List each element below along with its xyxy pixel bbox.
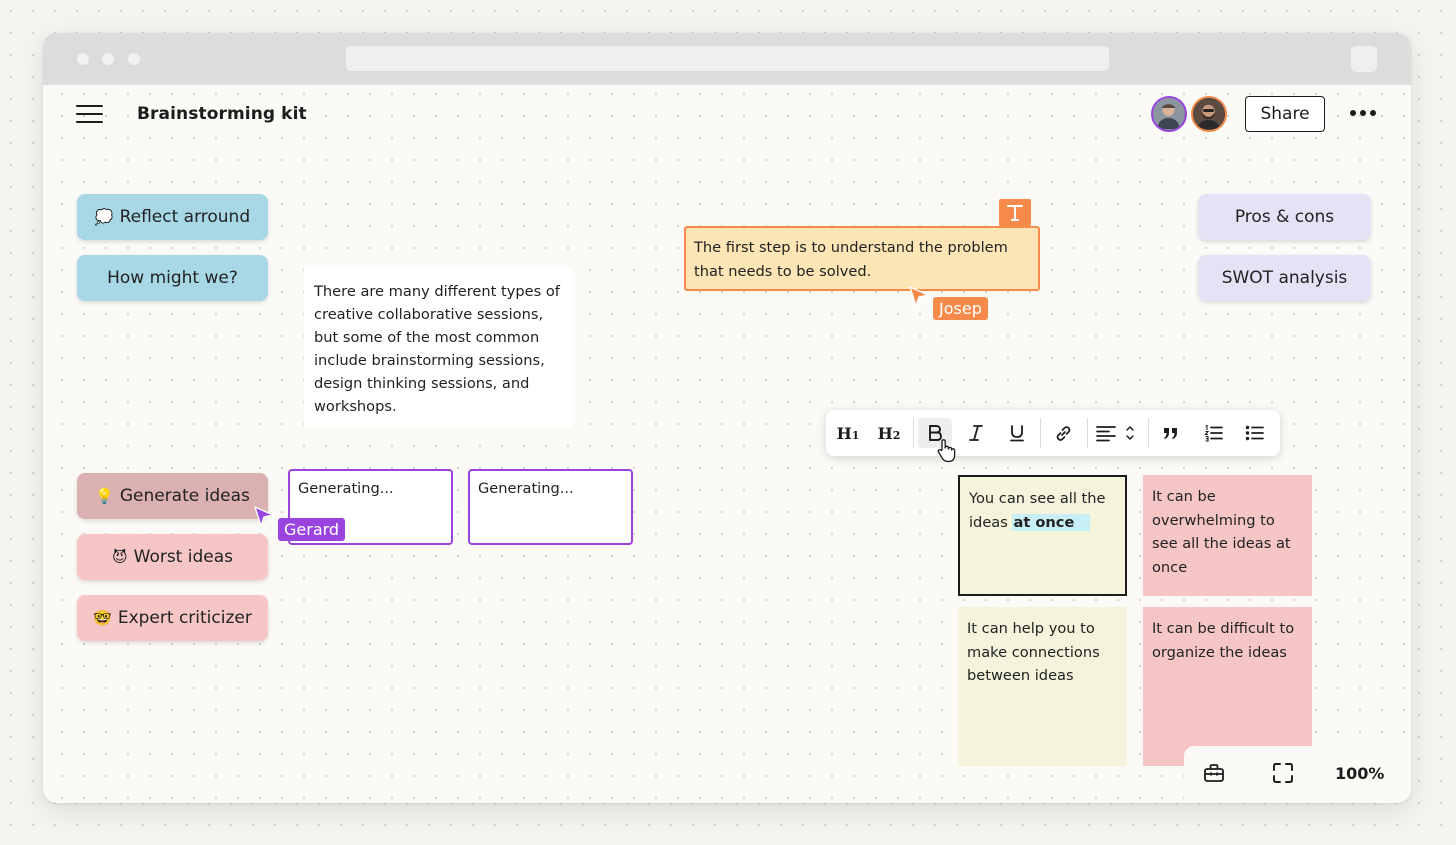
link-button[interactable] xyxy=(1046,418,1080,448)
chip-expert-criticizer[interactable]: 🤓 Expert criticizer xyxy=(77,595,268,641)
orange-note[interactable]: The first step is to understand the prob… xyxy=(684,226,1040,291)
sticky-note-con[interactable]: It can be difficult to organize the idea… xyxy=(1143,607,1312,766)
chip-label: Generate ideas xyxy=(119,486,250,506)
ordered-list-icon xyxy=(1203,424,1223,442)
cursor-pointer-gerard-icon xyxy=(254,506,274,527)
cursor-pointer-josep-icon xyxy=(909,286,929,307)
chip-pros-cons[interactable]: Pros & cons xyxy=(1198,194,1371,240)
thought-bubble-icon: 💭 xyxy=(94,208,114,226)
chip-worst-ideas[interactable]: 😈 Worst ideas xyxy=(77,534,268,580)
sticky-note-pro[interactable]: It can help you to make connections betw… xyxy=(958,607,1127,766)
fullscreen-icon[interactable] xyxy=(1272,762,1294,784)
chip-how-might-we[interactable]: How might we? xyxy=(77,255,268,301)
bullet-list-button[interactable] xyxy=(1237,418,1271,448)
generating-box[interactable]: Generating... xyxy=(468,469,633,545)
italic-icon xyxy=(969,425,983,441)
chip-label: Reflect arround xyxy=(119,207,251,227)
url-bar[interactable] xyxy=(346,46,1109,71)
italic-button[interactable] xyxy=(959,418,993,448)
ordered-list-button[interactable] xyxy=(1196,418,1230,448)
chip-generate-ideas[interactable]: 💡 Generate ideas xyxy=(77,473,268,519)
chip-swot-analysis[interactable]: SWOT analysis xyxy=(1198,255,1371,301)
toolbox-icon[interactable] xyxy=(1203,762,1225,784)
bullet-list-icon xyxy=(1245,425,1264,441)
cursor-label-gerard: Gerard xyxy=(278,518,346,541)
share-button[interactable]: Share xyxy=(1245,96,1325,132)
toolbar-divider xyxy=(1148,418,1149,448)
text-tool-icon xyxy=(999,199,1031,226)
chip-label: Pros & cons xyxy=(1234,207,1335,227)
underline-icon xyxy=(1010,425,1024,442)
more-options-icon[interactable] xyxy=(1350,109,1378,119)
underline-button[interactable] xyxy=(1000,418,1034,448)
quote-icon xyxy=(1164,428,1177,439)
hamburger-menu-icon[interactable] xyxy=(76,105,104,125)
hand-cursor-icon xyxy=(937,439,956,463)
align-dropdown[interactable] xyxy=(1092,418,1138,448)
nerd-face-icon: 🤓 xyxy=(93,609,112,627)
avatar-josep[interactable] xyxy=(1191,96,1227,132)
toolbar-divider xyxy=(1040,418,1041,448)
sticky-note-con[interactable]: It can be overwhelming to see all the id… xyxy=(1143,475,1312,596)
browser-extension-button[interactable] xyxy=(1351,46,1377,72)
lightbulb-icon: 💡 xyxy=(95,487,114,505)
window-minimize-dot[interactable] xyxy=(102,53,114,65)
devil-face-icon: 😈 xyxy=(111,548,128,566)
app-window: Brainstorming kit Share 💭 Reflect arroun… xyxy=(43,33,1411,803)
chip-label: SWOT analysis xyxy=(1221,268,1348,288)
chip-reflect-around[interactable]: 💭 Reflect arround xyxy=(77,194,268,240)
page-title: Brainstorming kit xyxy=(137,104,307,124)
window-maximize-dot[interactable] xyxy=(128,53,140,65)
quote-button[interactable] xyxy=(1154,418,1188,448)
zoom-level[interactable]: 100% xyxy=(1335,764,1384,783)
toolbar-divider xyxy=(1087,418,1088,448)
browser-titlebar xyxy=(43,33,1411,85)
avatar-gerard[interactable] xyxy=(1151,96,1187,132)
align-left-icon xyxy=(1096,426,1134,442)
window-close-dot[interactable] xyxy=(77,53,89,65)
text-card[interactable]: There are many different types of creati… xyxy=(304,268,572,427)
chip-label: Worst ideas xyxy=(133,547,234,567)
heading-2-button[interactable]: H2 xyxy=(872,418,906,448)
highlighted-bold-text: at once xyxy=(1012,513,1091,531)
link-icon xyxy=(1056,425,1070,441)
cursor-label-josep: Josep xyxy=(933,297,988,320)
toolbar-divider xyxy=(913,418,914,448)
chip-label: Expert criticizer xyxy=(117,608,252,628)
chip-label: How might we? xyxy=(107,268,238,288)
sticky-note-pro[interactable]: You can see all the ideas at once xyxy=(958,475,1127,596)
heading-1-button[interactable]: H1 xyxy=(831,418,865,448)
formatting-toolbar: H1 H2 xyxy=(826,410,1280,456)
